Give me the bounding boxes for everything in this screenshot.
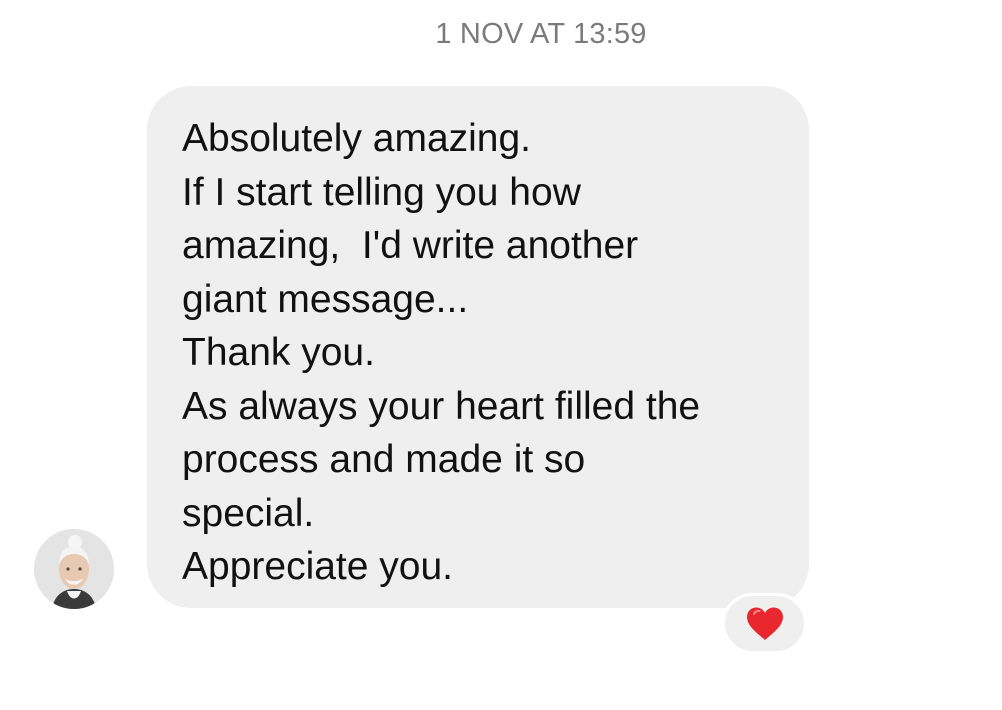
- message-line: special.: [182, 491, 315, 535]
- message-line: Appreciate you.: [182, 545, 454, 588]
- message-line: Thank you.: [182, 331, 375, 374]
- reaction-badge[interactable]: [722, 593, 807, 654]
- message-line: As always your heart filled the: [182, 384, 701, 428]
- message-bubble[interactable]: Absolutely amazing. If I start telling y…: [147, 86, 809, 608]
- message-line: amazing, I'd write another: [182, 224, 639, 267]
- message-line: If I start telling you how: [182, 170, 581, 214]
- message-line: giant message...: [182, 277, 469, 321]
- sender-avatar[interactable]: [34, 529, 114, 609]
- heart-icon: [746, 607, 783, 640]
- message-line: process and made it so: [182, 438, 586, 481]
- message-line: Absolutely amazing.: [182, 117, 532, 160]
- avatar-icon: [34, 529, 114, 609]
- message-timestamp: 1 NOV AT 13:59: [435, 18, 647, 50]
